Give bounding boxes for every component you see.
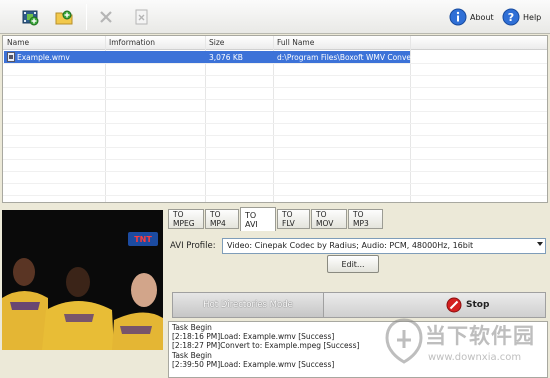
- tab-to-flv[interactable]: TO FLV: [277, 209, 310, 229]
- video-frame-image: TNT: [2, 210, 163, 350]
- column-header-full-name[interactable]: Full Name: [277, 38, 314, 47]
- row-gridline: [3, 111, 547, 112]
- file-list-header: Name Imformation Size Full Name: [3, 36, 547, 50]
- about-label: About: [470, 12, 494, 22]
- cell-full-name: d:\Program Files\Boxoft WMV Conve...: [277, 52, 419, 62]
- watermark-logo-icon: [385, 318, 423, 364]
- remove-icon: [100, 11, 112, 23]
- row-gridline: [3, 195, 547, 196]
- add-folder-button[interactable]: [52, 5, 76, 29]
- row-gridline: [3, 87, 547, 88]
- column-header-name[interactable]: Name: [7, 38, 29, 47]
- row-gridline: [3, 63, 547, 64]
- help-button[interactable]: ? Help: [502, 6, 541, 28]
- watermark-url: www.downxia.com: [428, 352, 522, 363]
- row-gridline: [3, 159, 547, 160]
- dropdown-arrow-icon: [537, 242, 543, 246]
- cell-name: Example.wmv: [17, 52, 70, 62]
- add-video-button[interactable]: [18, 5, 42, 29]
- profile-label: AVI Profile:: [170, 241, 216, 251]
- remove-button[interactable]: [94, 5, 118, 29]
- tab-to-mov[interactable]: TO MOV: [311, 209, 347, 229]
- row-gridline: [3, 75, 547, 76]
- svg-text:?: ?: [508, 11, 514, 24]
- edit-button[interactable]: Edit...: [327, 255, 379, 273]
- add-video-icon: [22, 10, 39, 26]
- info-icon: [449, 8, 467, 26]
- tab-to-mp3[interactable]: TO MP3: [348, 209, 383, 229]
- watermark-text: 当下软件园: [425, 324, 535, 348]
- toolbar: About ? Help: [0, 0, 550, 34]
- toolbar-separator: [86, 4, 87, 30]
- tab-to-mpeg[interactable]: TO MPEG: [168, 209, 204, 229]
- stop-icon: [446, 297, 462, 313]
- stop-label: Stop: [466, 300, 490, 310]
- tab-to-mp4[interactable]: TO MP4: [205, 209, 239, 229]
- about-button[interactable]: About: [449, 6, 494, 28]
- hot-directories-mode-button[interactable]: Hot Directories Mode: [172, 292, 324, 318]
- row-gridline: [3, 135, 547, 136]
- cell-size: 3,076 KB: [209, 52, 243, 62]
- stop-button[interactable]: Stop: [446, 297, 489, 313]
- row-gridline: [3, 147, 547, 148]
- column-header-size[interactable]: Size: [209, 38, 224, 47]
- tab-to-avi[interactable]: TO AVI: [240, 207, 276, 231]
- add-folder-icon: [55, 10, 73, 25]
- row-gridline: [3, 171, 547, 172]
- row-gridline: [3, 183, 547, 184]
- file-list[interactable]: Name Imformation Size Full Name Example.…: [2, 35, 548, 203]
- video-preview: TNT: [2, 210, 163, 350]
- channel-logo: TNT: [134, 235, 152, 244]
- clear-button[interactable]: [130, 5, 154, 29]
- row-gridline: [3, 123, 547, 124]
- watermark: 当下软件园 www.downxia.com: [385, 318, 545, 374]
- help-icon: ?: [502, 8, 520, 26]
- help-label: Help: [523, 12, 542, 22]
- profile-select[interactable]: Video: Cinepak Codec by Radius; Audio: P…: [222, 238, 546, 254]
- column-header-information[interactable]: Imformation: [109, 38, 155, 47]
- stop-bar: Stop: [324, 292, 546, 318]
- profile-select-value: Video: Cinepak Codec by Radius; Audio: P…: [227, 241, 474, 250]
- table-row[interactable]: Example.wmv 3,076 KB d:\Program Files\Bo…: [4, 51, 418, 63]
- clear-icon: [135, 9, 148, 25]
- video-file-icon: [7, 52, 15, 62]
- row-gridline: [3, 99, 547, 100]
